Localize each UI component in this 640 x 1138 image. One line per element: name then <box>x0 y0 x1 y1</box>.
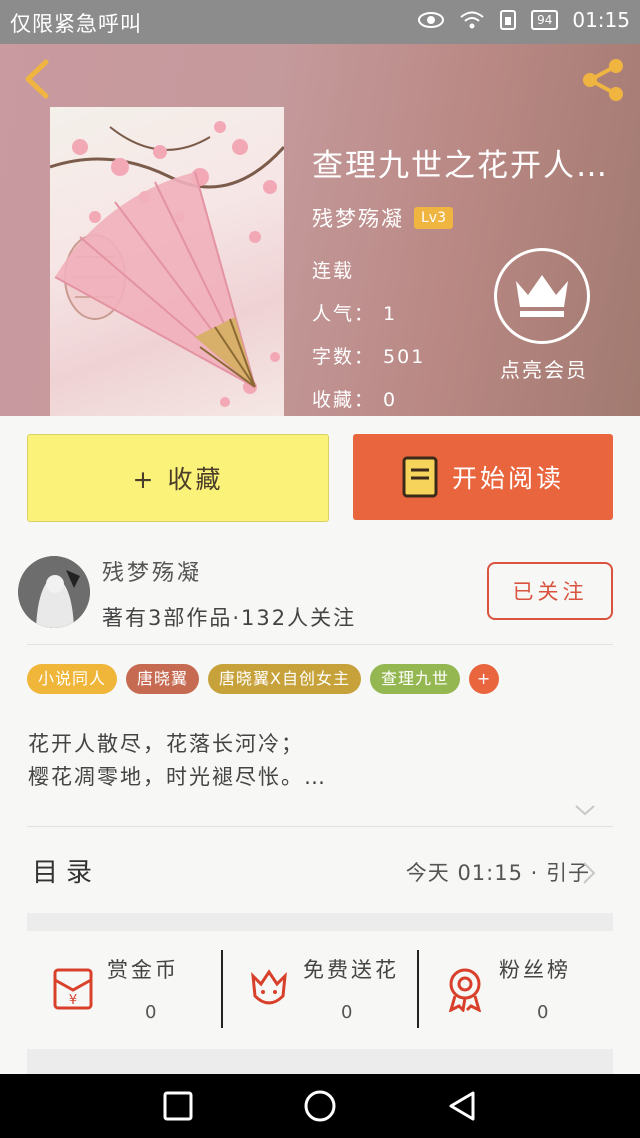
svg-text:¥: ¥ <box>69 993 77 1008</box>
status-bar: 仅限紧急呼叫 94 01:15 <box>0 0 640 44</box>
book-title: 查理九世之花开人… <box>312 148 609 184</box>
cover-illustration <box>50 121 284 407</box>
tag-item[interactable]: 小说同人 <box>27 664 118 694</box>
vip-button[interactable]: 点亮会员 <box>494 248 594 383</box>
author-name[interactable]: 残梦殇凝 <box>102 555 202 587</box>
start-reading-label: 开始阅读 <box>451 464 564 493</box>
support-actions: ¥ 赏金币 0 免费送花 0 粉丝榜 0 <box>27 946 613 1032</box>
back-triangle-icon[interactable] <box>447 1090 477 1122</box>
vip-label: 点亮会员 <box>500 358 588 382</box>
start-reading-button[interactable]: 开始阅读 <box>353 434 613 520</box>
reward-coins-label: 赏金币 <box>107 958 179 982</box>
fan-ranking-button[interactable]: 粉丝榜 0 <box>419 946 613 1032</box>
book-word-count: 字数： 501 <box>312 346 426 368</box>
tag-item[interactable]: 唐晓翼X自创女主 <box>208 664 361 694</box>
send-flower-count: 0 <box>341 1002 353 1023</box>
divider <box>27 826 613 827</box>
tag-item[interactable]: 查理九世 <box>370 664 461 694</box>
fan-ranking-label: 粉丝榜 <box>499 958 571 982</box>
follow-button[interactable]: 已关注 <box>487 562 613 620</box>
eye-icon <box>418 12 445 28</box>
tag-list: 小说同人 唐晓翼 唐晓翼X自创女主 查理九世 + <box>27 664 500 694</box>
section-separator <box>27 1049 613 1074</box>
favorite-label: + 收藏 <box>132 465 224 494</box>
sim-icon <box>500 10 517 30</box>
emergency-call-text: 仅限紧急呼叫 <box>10 12 142 36</box>
flower-icon <box>251 969 287 1005</box>
reward-coins-button[interactable]: ¥ 赏金币 0 <box>27 946 221 1032</box>
reward-coins-count: 0 <box>145 1002 157 1023</box>
follow-label: 已关注 <box>512 580 588 604</box>
tag-item[interactable]: 唐晓翼 <box>126 664 200 694</box>
book-status: 连载 <box>312 260 355 282</box>
battery-level: 94 <box>531 10 559 30</box>
book-description[interactable]: 花开人散尽，花落长河冷； 樱花凋零地，时光褪尽怅。… <box>28 728 327 794</box>
book-popularity: 人气： 1 <box>312 303 398 325</box>
recent-apps-icon[interactable] <box>163 1091 193 1121</box>
book-icon <box>402 456 438 498</box>
medal-icon <box>448 968 482 1012</box>
send-flower-label: 免费送花 <box>303 958 399 982</box>
description-line: 花开人散尽，花落长河冷； <box>28 732 304 756</box>
wifi-icon <box>460 11 484 29</box>
book-cover[interactable] <box>50 107 284 416</box>
author-meta: 著有3部作品·132人关注 <box>102 606 357 630</box>
book-favorites: 收藏： 0 <box>312 389 398 411</box>
chevron-down-icon[interactable] <box>573 798 597 822</box>
fan-ranking-count: 0 <box>537 1002 549 1023</box>
description-line: 樱花凋零地，时光褪尽怅。… <box>28 765 327 789</box>
red-envelope-icon: ¥ <box>53 968 93 1010</box>
send-flower-button[interactable]: 免费送花 0 <box>223 946 417 1032</box>
home-icon[interactable] <box>303 1089 337 1123</box>
section-separator <box>27 913 613 931</box>
level-badge: Lv3 <box>414 207 453 229</box>
favorite-button[interactable]: + 收藏 <box>27 434 329 522</box>
back-arrow-icon[interactable] <box>14 56 60 102</box>
chevron-right-icon[interactable] <box>582 861 596 885</box>
share-icon[interactable] <box>578 54 630 106</box>
book-author[interactable]: 残梦殇凝 <box>312 203 404 233</box>
crown-icon <box>516 275 568 317</box>
more-tags-button[interactable]: + <box>469 664 500 694</box>
system-navigation-bar <box>0 1074 640 1138</box>
divider <box>27 644 613 645</box>
author-avatar[interactable] <box>18 556 90 628</box>
avatar-illustration <box>18 556 90 628</box>
clock: 01:15 <box>572 8 630 32</box>
toc-latest-chapter[interactable]: 今天 01:15 · 引子 <box>406 857 590 887</box>
toc-label[interactable]: 目录 <box>32 852 100 889</box>
